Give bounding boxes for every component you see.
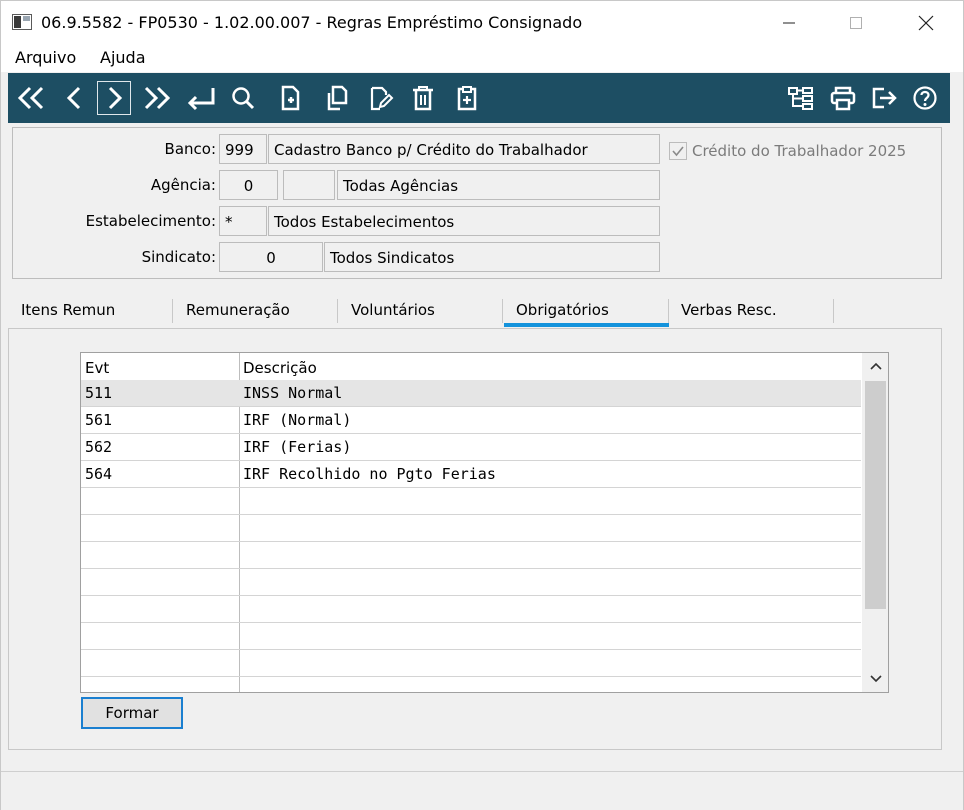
edit-record-button[interactable] — [364, 81, 398, 115]
hierarchy-button[interactable] — [784, 81, 818, 115]
cell-descricao: IRF Recolhido no Pgto Ferias — [243, 465, 496, 483]
menu-bar: Arquivo Ajuda — [1, 45, 963, 72]
table-row[interactable] — [81, 650, 861, 677]
scroll-down-button[interactable] — [862, 666, 888, 692]
first-record-icon — [17, 86, 44, 110]
cell-evt: 562 — [85, 438, 113, 456]
table-row[interactable]: 511 INSS Normal — [81, 380, 861, 407]
print-button[interactable] — [826, 81, 860, 115]
new-record-button[interactable] — [274, 81, 308, 115]
column-header-descricao[interactable]: Descrição — [243, 359, 317, 377]
cell-descricao: IRF (Ferias) — [243, 438, 352, 456]
new-record-icon — [281, 85, 300, 111]
grid-scrollbar[interactable] — [862, 353, 888, 692]
paste-button[interactable] — [450, 81, 484, 115]
tab-remuneracao[interactable]: Remuneração — [186, 295, 290, 331]
search-button[interactable] — [226, 81, 260, 115]
table-row[interactable] — [81, 515, 861, 542]
agencia-label: Agência: — [150, 176, 216, 194]
estabelecimento-code-field[interactable]: * — [219, 206, 267, 236]
menu-ajuda[interactable]: Ajuda — [100, 48, 146, 67]
banco-label: Banco: — [164, 140, 216, 158]
last-record-button[interactable] — [140, 81, 174, 115]
active-tab-indicator — [504, 323, 669, 327]
banco-description-field: Cadastro Banco p/ Crédito do Trabalhador — [268, 134, 660, 164]
table-row[interactable]: 564 IRF Recolhido no Pgto Ferias — [81, 461, 861, 488]
window-title: 06.9.5582 - FP0530 - 1.02.00.007 - Regra… — [41, 13, 583, 32]
edit-record-icon — [370, 86, 394, 111]
sindicato-code-field[interactable]: 0 — [219, 242, 323, 272]
previous-record-button[interactable] — [58, 81, 92, 115]
last-record-icon — [144, 86, 171, 110]
minimize-icon — [783, 22, 795, 24]
column-header-evt[interactable]: Evt — [85, 359, 109, 377]
cell-descricao: IRF (Normal) — [243, 411, 352, 429]
exit-icon — [872, 87, 897, 109]
first-record-button[interactable] — [14, 81, 48, 115]
chevron-up-icon — [869, 362, 882, 370]
exit-button[interactable] — [868, 81, 902, 115]
chevron-down-icon — [869, 675, 882, 683]
copy-record-icon — [327, 85, 348, 111]
help-button[interactable] — [908, 81, 942, 115]
tab-verbas-resc[interactable]: Verbas Resc. — [681, 295, 777, 331]
agencia-description-field: Todas Agências — [337, 170, 660, 200]
maximize-button[interactable] — [833, 1, 879, 45]
scroll-up-button[interactable] — [862, 353, 888, 379]
maximize-icon — [850, 17, 862, 29]
cell-evt: 564 — [85, 465, 113, 483]
formar-button[interactable]: Formar — [81, 697, 183, 729]
estabelecimento-description-field: Todos Estabelecimentos — [268, 206, 660, 236]
table-row[interactable] — [81, 488, 861, 515]
close-icon — [918, 15, 934, 31]
minimize-button[interactable] — [766, 1, 812, 45]
hierarchy-icon — [788, 87, 813, 110]
print-icon — [830, 86, 856, 111]
table-row[interactable] — [81, 596, 861, 623]
sindicato-description-field: Todos Sindicatos — [324, 242, 660, 272]
app-window: 06.9.5582 - FP0530 - 1.02.00.007 - Regra… — [0, 0, 964, 810]
search-icon — [232, 87, 255, 110]
agencia-extra-field[interactable] — [283, 170, 335, 200]
paste-icon — [457, 86, 477, 111]
table-row[interactable] — [81, 623, 861, 650]
checkmark-icon — [672, 146, 684, 157]
tab-voluntarios[interactable]: Voluntários — [351, 295, 435, 331]
cell-evt: 561 — [85, 411, 113, 429]
app-icon — [12, 14, 32, 30]
delete-icon — [413, 86, 433, 111]
credito-checkbox-label: Crédito do Trabalhador 2025 — [692, 142, 907, 160]
menu-arquivo[interactable]: Arquivo — [15, 48, 76, 67]
table-row[interactable]: 562 IRF (Ferias) — [81, 434, 861, 461]
title-bar: 06.9.5582 - FP0530 - 1.02.00.007 - Regra… — [1, 1, 963, 45]
table-row[interactable] — [81, 677, 861, 692]
estabelecimento-label: Estabelecimento: — [85, 212, 216, 230]
cell-descricao: INSS Normal — [243, 384, 343, 402]
status-bar — [1, 771, 963, 810]
events-grid[interactable]: Evt Descrição 511 INSS Normal 561 IRF (Norm… — [80, 352, 889, 693]
next-record-button[interactable] — [97, 81, 131, 115]
close-button[interactable] — [903, 1, 949, 45]
grid-header: Evt Descrição — [81, 353, 861, 379]
previous-record-icon — [66, 86, 81, 110]
agencia-code-field[interactable]: 0 — [219, 170, 278, 200]
next-record-icon — [108, 86, 123, 110]
table-row[interactable]: 561 IRF (Normal) — [81, 407, 861, 434]
delete-button[interactable] — [406, 81, 440, 115]
sindicato-label: Sindicato: — [141, 248, 216, 266]
return-button[interactable] — [184, 81, 218, 115]
return-icon — [187, 88, 215, 111]
tab-itens-remun[interactable]: Itens Remun — [21, 295, 115, 331]
table-row[interactable] — [81, 542, 861, 569]
toolbar — [8, 73, 950, 123]
help-icon — [913, 86, 937, 110]
credito-checkbox[interactable] — [669, 142, 687, 160]
banco-code-field[interactable]: 999 — [219, 134, 267, 164]
scroll-thumb[interactable] — [865, 381, 886, 609]
cell-evt: 511 — [85, 384, 113, 402]
copy-record-button[interactable] — [320, 81, 354, 115]
table-row[interactable] — [81, 569, 861, 596]
